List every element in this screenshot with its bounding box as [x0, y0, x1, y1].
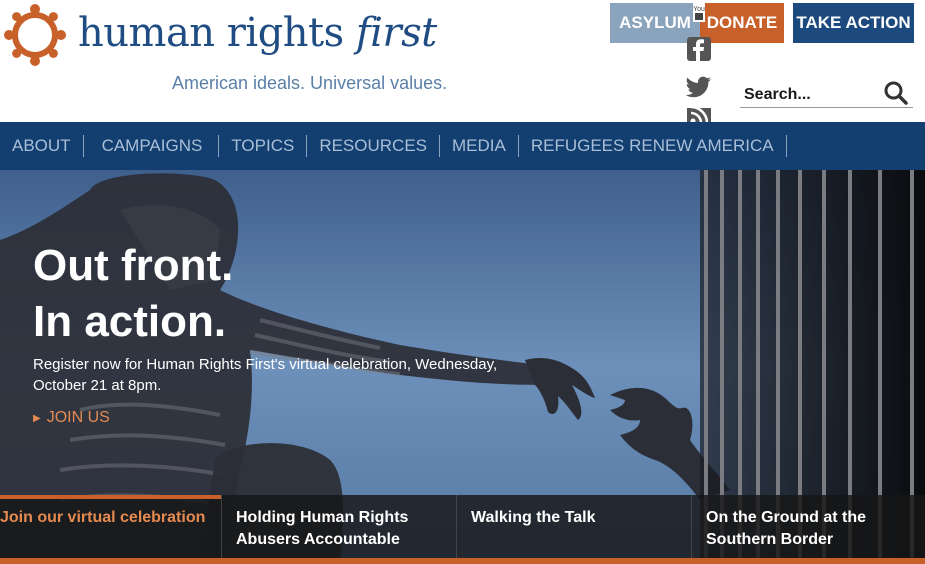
nav-item-refugees-renew-america[interactable]: REFUGEES RENEW AMERICA	[519, 135, 787, 157]
tab-walking-the-talk[interactable]: Walking the Talk	[456, 495, 691, 558]
nav-item-campaigns[interactable]: CAMPAIGNS	[84, 135, 220, 157]
svg-text:You: You	[693, 6, 705, 13]
hero-subtitle: Register now for Human Rights First's vi…	[33, 356, 498, 394]
tab-holding-abusers-accountable[interactable]: Holding Human Rights Abusers Accountable	[221, 495, 456, 558]
rss-icon[interactable]	[685, 108, 713, 122]
hero-banner: Out front. In action. Register now for H…	[0, 170, 925, 564]
join-us-label: JOIN US	[46, 409, 110, 426]
main-nav: ABOUT CAMPAIGNS TOPICS RESOURCES MEDIA R…	[0, 122, 925, 170]
brand-name[interactable]: human rights first	[78, 10, 437, 56]
search-input[interactable]	[744, 84, 874, 106]
logo-icon[interactable]	[0, 0, 70, 70]
facebook-icon[interactable]	[685, 36, 713, 62]
play-arrow-icon: ▶	[33, 412, 41, 424]
brand-tagline: American ideals. Universal values.	[172, 73, 448, 93]
tab-southern-border[interactable]: On the Ground at the Southern Border	[691, 495, 925, 558]
tab-join-virtual-celebration[interactable]: Join our virtual celebration	[0, 495, 221, 558]
hero-title-line2: In action.	[33, 297, 227, 346]
nav-item-media[interactable]: MEDIA	[440, 135, 519, 157]
twitter-icon[interactable]	[685, 74, 713, 100]
hero-title: Out front. In action.	[33, 238, 233, 350]
site-header: human rights first American ideals. Univ…	[0, 0, 925, 122]
accent-bar	[0, 558, 925, 564]
nav-item-resources[interactable]: RESOURCES	[307, 135, 440, 157]
take-action-button[interactable]: TAKE ACTION	[793, 3, 914, 43]
nav-item-topics[interactable]: TOPICS	[219, 135, 308, 157]
youtube-icon[interactable]: You	[685, 2, 713, 22]
brand-name-main: human rights	[78, 10, 356, 56]
search-icon[interactable]	[883, 80, 909, 106]
join-us-link[interactable]: ▶ JOIN US	[33, 409, 110, 427]
hero-title-line1: Out front.	[33, 241, 234, 290]
brand-name-emphasis: first	[355, 10, 437, 56]
hero-tabs: Join our virtual celebration Holding Hum…	[0, 495, 925, 558]
nav-item-about[interactable]: ABOUT	[0, 135, 84, 157]
search-box	[740, 80, 913, 108]
